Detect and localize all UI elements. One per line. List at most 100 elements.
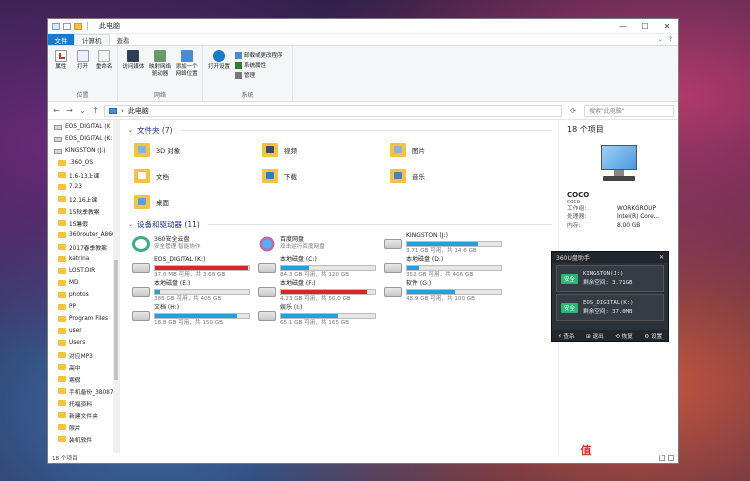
- sidebar-item[interactable]: katrina: [48, 253, 119, 265]
- manage-button[interactable]: 管理: [235, 71, 283, 79]
- open-settings-button[interactable]: 打开设置: [207, 48, 231, 88]
- scrollbar-thumb[interactable]: [114, 260, 118, 380]
- item-count: 18 个项目: [567, 125, 604, 134]
- sidebar-item[interactable]: Users: [48, 337, 119, 349]
- scan-button[interactable]: ⚡ 查杀: [558, 332, 575, 340]
- maximize-button[interactable]: ☐: [634, 22, 656, 31]
- large-icons-view-icon[interactable]: [668, 455, 674, 461]
- system-properties-button[interactable]: 系统属性: [235, 61, 283, 69]
- folder-item[interactable]: 3D 对象: [134, 140, 262, 160]
- usb-card[interactable]: 安全 KINGSTON(J:) 剩余空间: 3.71GB: [556, 265, 664, 292]
- refresh-icon[interactable]: ⟳: [566, 107, 580, 115]
- rename-button[interactable]: 重命名: [95, 48, 113, 88]
- settings-button[interactable]: ⚙ 设置: [644, 332, 662, 340]
- sidebar-item[interactable]: 2017春季教案: [48, 241, 119, 253]
- sidebar-item[interactable]: 15秋季教案: [48, 205, 119, 217]
- device-item[interactable]: 本地磁盘 (F:) 4.23 GB 可用，共 50.0 GB: [258, 280, 384, 302]
- chevron-down-icon[interactable]: ⌄: [128, 127, 133, 134]
- chevron-down-icon[interactable]: ⌄: [658, 36, 663, 43]
- watermark-logo-icon: 值: [578, 441, 594, 458]
- map-drive-button[interactable]: 映射网络驱动器: [149, 48, 172, 88]
- sidebar-item[interactable]: KINGSTON (J:): [48, 145, 119, 157]
- usb-card[interactable]: 安全 EOS_DIGITAL(K:) 剩余空间: 37.0MB: [556, 294, 664, 321]
- up-arrow-icon[interactable]: ↑: [91, 106, 100, 115]
- new-folder-icon[interactable]: [74, 22, 82, 30]
- sidebar-item[interactable]: 1.6-13上课: [48, 169, 119, 181]
- device-item[interactable]: EOS_DIGITAL (K:) 37.0 MB 可用，共 3.68 GB: [132, 256, 258, 278]
- close-button[interactable]: ✕: [656, 22, 678, 31]
- tab-computer[interactable]: 计算机: [74, 34, 110, 45]
- device-item[interactable]: 360安全云盘 安全管理 智能协作: [132, 233, 258, 254]
- sidebar-item[interactable]: 手机备份_38087: [48, 385, 119, 397]
- drive-icon: [132, 262, 150, 273]
- sidebar-item[interactable]: 照片: [48, 421, 119, 433]
- folder-icon: [58, 424, 66, 430]
- restore-button[interactable]: ⟲ 恢复: [615, 332, 633, 340]
- sidebar-item[interactable]: 7.23: [48, 181, 119, 193]
- folder-icon: [58, 400, 66, 406]
- folder-item[interactable]: 图片: [390, 140, 518, 160]
- sidebar-item[interactable]: 托福资料: [48, 397, 119, 409]
- sidebar-item[interactable]: 对应MP3: [48, 349, 119, 361]
- help-icon[interactable]: ?: [669, 36, 672, 43]
- sidebar-item[interactable]: 寒假: [48, 373, 119, 385]
- usage-bar: [406, 264, 502, 271]
- access-media-button[interactable]: 访问媒体: [122, 48, 145, 88]
- tab-view[interactable]: 查看: [110, 34, 137, 45]
- device-item[interactable]: 软件 (G:) 48.9 GB 可用，共 100 GB: [384, 280, 510, 302]
- folder-item[interactable]: 下载: [262, 166, 390, 186]
- sidebar-item[interactable]: photos: [48, 289, 119, 301]
- devices-section-header[interactable]: ⌄ 设备和驱动器 (11): [128, 218, 552, 230]
- folder-item[interactable]: 视频: [262, 140, 390, 160]
- device-item[interactable]: KINGSTON (J:) 3.71 GB 可用，共 14.6 GB: [384, 232, 510, 254]
- add-network-location-button[interactable]: 添加一个网络位置: [175, 48, 198, 88]
- folder-item[interactable]: 桌面: [134, 192, 262, 212]
- sidebar-item[interactable]: user: [48, 325, 119, 337]
- chevron-down-icon[interactable]: ⌄: [128, 221, 133, 228]
- ribbon-group-location: 属性 打开 重命名 位置: [48, 46, 118, 101]
- search-input[interactable]: 搜索"此电脑": [584, 104, 674, 117]
- folders-section-header[interactable]: ⌄ 文件夹 (7): [128, 124, 552, 136]
- ribbon-group-label: 网络: [153, 92, 166, 99]
- minimize-button[interactable]: —: [612, 22, 634, 31]
- device-item[interactable]: 百度网盘 双击运行百度网盘: [258, 233, 384, 254]
- forward-arrow-icon[interactable]: →: [65, 106, 74, 115]
- address-bar[interactable]: › 此电脑: [104, 104, 562, 117]
- close-icon[interactable]: ✕: [659, 254, 668, 261]
- device-item[interactable]: 文档 (H:) 18.8 GB 可用，共 150 GB: [132, 304, 258, 326]
- folder-item[interactable]: 音乐: [390, 166, 518, 186]
- properties-icon[interactable]: [63, 22, 71, 30]
- sidebar-item[interactable]: 15暑假: [48, 217, 119, 229]
- sidebar-item[interactable]: EOS_DIGITAL (K: [48, 121, 119, 133]
- ribbon-group-system: 打开设置 卸载或更改程序 系统属性 管理 系统: [203, 46, 293, 101]
- device-item[interactable]: 本地磁盘 (E:) 385 GB 可用，共 405 GB: [132, 280, 258, 302]
- open-button[interactable]: 打开: [74, 48, 92, 88]
- device-item[interactable]: 本地磁盘 (D:) 352 GB 可用，共 406 GB: [384, 256, 510, 278]
- sidebar-item[interactable]: Program Files: [48, 313, 119, 325]
- sidebar-item[interactable]: 高中: [48, 361, 119, 373]
- scrollbar[interactable]: [113, 120, 119, 453]
- sidebar-item[interactable]: EOS_DIGITAL (K:: [48, 133, 119, 145]
- sidebar-item[interactable]: 装机软件: [48, 433, 119, 445]
- free-space-text: 385 GB 可用，共 405 GB: [154, 295, 222, 302]
- eject-button[interactable]: ⊞ 退出: [586, 332, 604, 340]
- properties-button[interactable]: 属性: [52, 48, 70, 88]
- uninstall-program-button[interactable]: 卸载或更改程序: [235, 51, 283, 59]
- sidebar-item[interactable]: LOST.DIR: [48, 265, 119, 277]
- device-item[interactable]: 娱乐 (I:) 65.1 GB 可用，共 165 GB: [258, 304, 384, 326]
- breadcrumb[interactable]: 此电脑: [128, 106, 149, 116]
- tab-file[interactable]: 文件: [48, 34, 74, 45]
- chevron-down-icon[interactable]: ⌄: [78, 106, 87, 115]
- device-item[interactable]: 本地磁盘 (C:) 84.3 GB 可用，共 120 GB: [258, 256, 384, 278]
- sidebar-item[interactable]: MD: [48, 277, 119, 289]
- back-arrow-icon[interactable]: ←: [52, 106, 61, 115]
- free-space-text: 4.23 GB 可用，共 50.0 GB: [280, 295, 351, 302]
- sidebar-item[interactable]: 新建文件夹: [48, 409, 119, 421]
- folder-item[interactable]: 文档: [134, 166, 262, 186]
- sidebar-item[interactable]: PP: [48, 301, 119, 313]
- sidebar-item[interactable]: 360router_A860: [48, 229, 119, 241]
- sidebar-item[interactable]: .360_OS: [48, 157, 119, 169]
- sidebar-item[interactable]: 12.16上课: [48, 193, 119, 205]
- usage-bar: [280, 312, 376, 319]
- search-placeholder: 搜索"此电脑": [589, 108, 625, 115]
